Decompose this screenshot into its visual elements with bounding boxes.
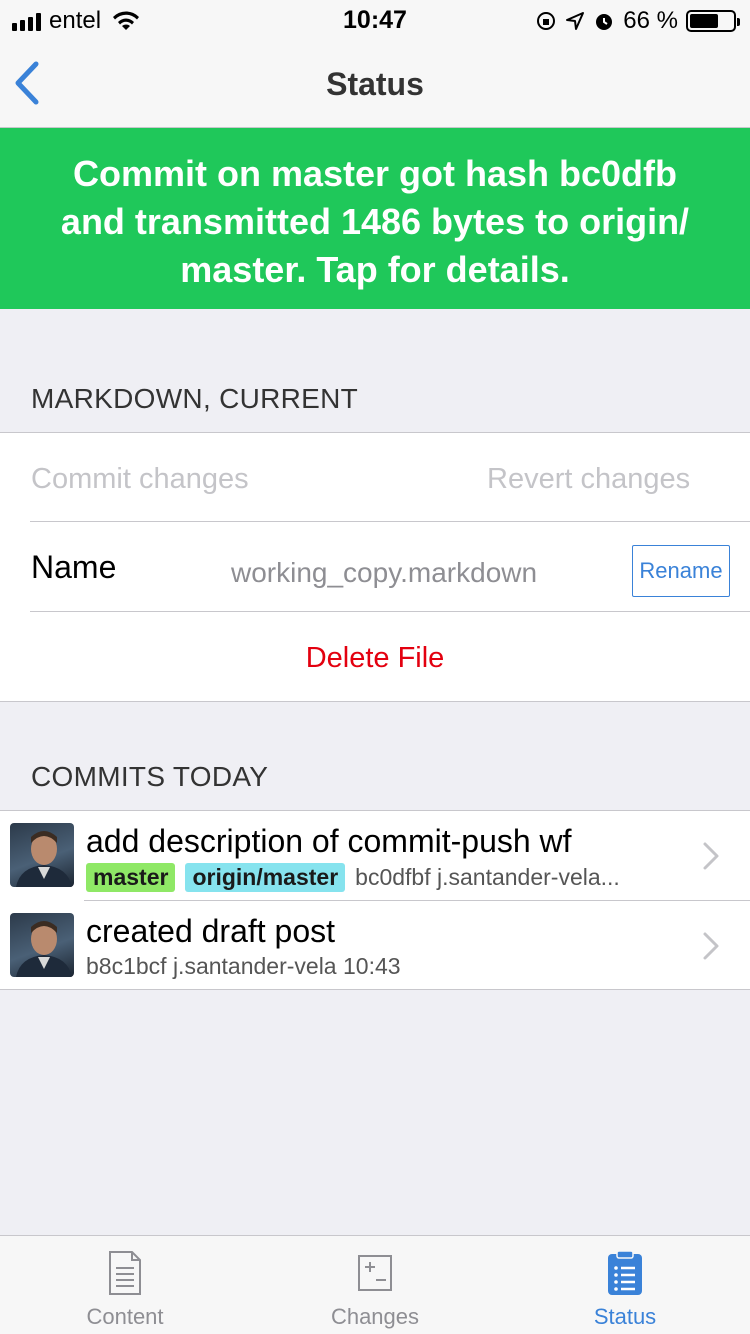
tab-content[interactable]: Content: [0, 1236, 250, 1334]
revert-changes-button[interactable]: Revert changes: [487, 463, 690, 496]
commit-title: created draft post: [86, 913, 336, 949]
page-title: Status: [326, 66, 424, 102]
clipboard-list-icon: [608, 1250, 642, 1295]
battery-percent: 66 %: [623, 7, 678, 34]
tab-label: Changes: [330, 1304, 420, 1329]
name-row: Name working_copy.markdown Rename: [0, 522, 750, 612]
orientation-lock-icon: [537, 12, 556, 30]
avatar: [10, 913, 74, 977]
tab-bar: Content Changes Status: [0, 1235, 750, 1334]
section-header-file: MARKDOWN, CURRENT: [31, 383, 359, 414]
chevron-right-icon: [703, 932, 719, 960]
name-label: Name: [31, 549, 117, 585]
commit-changes-button[interactable]: Commit changes: [31, 463, 249, 496]
commit-revert-row: Commit changes Revert changes: [0, 433, 750, 522]
status-icons: 66 %: [535, 6, 740, 36]
commit-result-banner[interactable]: Commit on master got hash bc0dfb and tra…: [0, 128, 750, 309]
commit-meta: master origin/master bc0dfbf j.santander…: [86, 863, 620, 892]
tab-changes[interactable]: Changes: [250, 1236, 500, 1334]
commits-list: add description of commit-push wf master…: [0, 810, 750, 990]
commit-row[interactable]: created draft post b8c1bcf j.santander-v…: [0, 901, 750, 990]
tab-status[interactable]: Status: [500, 1236, 750, 1334]
delete-file-button[interactable]: Delete File: [0, 642, 750, 675]
branch-tag-origin-master: origin/master: [185, 863, 346, 892]
file-name-value: working_copy.markdown: [231, 557, 538, 588]
tab-label: Content: [86, 1304, 164, 1329]
commit-meta: b8c1bcf j.santander-vela 10:43: [86, 953, 401, 980]
battery-icon: [686, 10, 740, 32]
diff-icon: [358, 1255, 392, 1291]
file-actions-group: Commit changes Revert changes Name worki…: [0, 432, 750, 702]
avatar: [10, 823, 74, 887]
delete-row: Delete File: [0, 612, 750, 702]
alarm-icon: [596, 14, 613, 30]
commit-row[interactable]: add description of commit-push wf master…: [0, 811, 750, 900]
section-header-commits: COMMITS TODAY: [31, 761, 269, 792]
chevron-right-icon: [703, 842, 719, 870]
commit-hash-author: b8c1bcf j.santander-vela 10:43: [86, 953, 401, 979]
navigation-bar: Status: [0, 40, 750, 128]
commit-hash-author: bc0dfbf j.santander-vela...: [355, 864, 620, 890]
commit-title: add description of commit-push wf: [86, 823, 572, 859]
location-icon: [566, 12, 585, 30]
branch-tag-master: master: [86, 863, 176, 892]
status-bar: entel 10:47 66 %: [0, 0, 750, 40]
document-icon: [109, 1251, 141, 1295]
tab-label: Status: [593, 1304, 657, 1329]
rename-button[interactable]: Rename: [632, 545, 730, 597]
